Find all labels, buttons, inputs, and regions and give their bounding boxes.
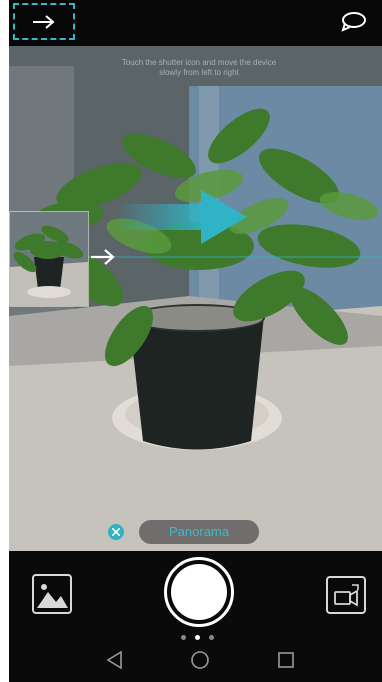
panorama-direction-button[interactable] bbox=[13, 3, 75, 40]
back-triangle-icon[interactable] bbox=[105, 650, 125, 670]
page-dot bbox=[181, 635, 186, 640]
loop-arrow-icon[interactable] bbox=[340, 10, 368, 32]
panorama-hint-text: Touch the shutter icon and move the devi… bbox=[49, 58, 349, 78]
home-circle-icon[interactable] bbox=[190, 650, 210, 670]
shutter-button[interactable] bbox=[164, 557, 234, 627]
system-nav-bar bbox=[9, 648, 382, 678]
shutter-icon bbox=[171, 564, 227, 620]
camera-screen: Touch the shutter icon and move the devi… bbox=[9, 0, 382, 682]
exit-mode-button[interactable] bbox=[108, 524, 124, 540]
gallery-icon bbox=[37, 584, 68, 608]
bottom-bar bbox=[9, 551, 382, 682]
switch-camera-button[interactable] bbox=[326, 576, 366, 614]
mode-label: Panorama bbox=[139, 520, 259, 544]
camera-switch-icon bbox=[334, 584, 359, 607]
right-arrow-icon bbox=[33, 15, 55, 29]
top-bar bbox=[9, 0, 382, 46]
hint-line-1: Touch the shutter icon and move the devi… bbox=[121, 58, 277, 67]
teal-arrow-icon bbox=[119, 190, 247, 244]
right-arrow-icon bbox=[91, 249, 115, 265]
hint-line-2: slowly from left to right bbox=[159, 68, 239, 77]
gallery-button[interactable] bbox=[32, 574, 72, 614]
mode-page-indicator bbox=[181, 635, 221, 641]
page-dot-active bbox=[195, 635, 200, 640]
recents-square-icon[interactable] bbox=[276, 650, 296, 670]
panorama-preview-thumbnail bbox=[9, 211, 89, 307]
close-icon bbox=[112, 528, 120, 536]
page-dot bbox=[209, 635, 214, 640]
viewfinder[interactable]: Touch the shutter icon and move the devi… bbox=[9, 46, 382, 551]
